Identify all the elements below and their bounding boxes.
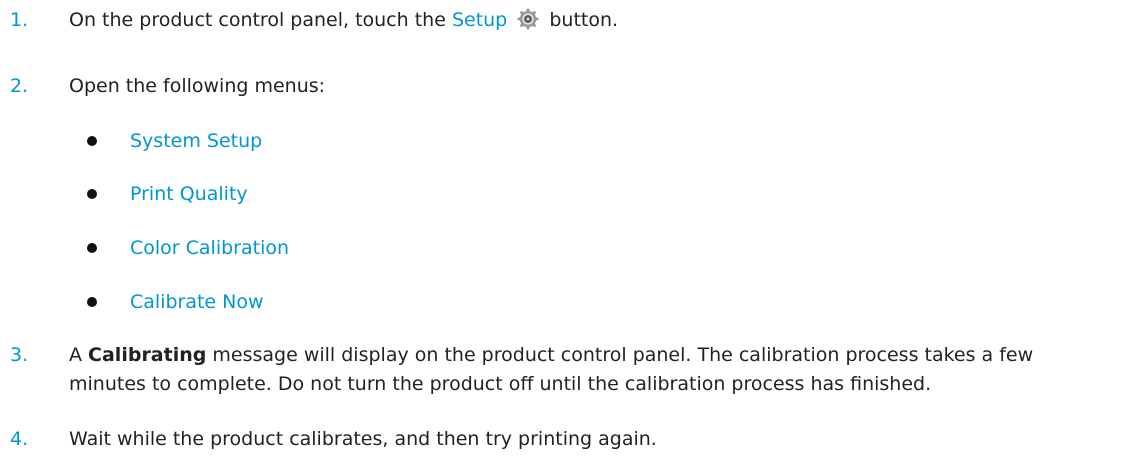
step-text: Wait while the product calibrates, and t… [69,428,657,450]
step-text-after: message will display on the product cont… [206,344,1034,366]
menu-link-calibrate-now[interactable]: Calibrate Now [130,288,264,316]
step-number: 3. [10,344,29,366]
gear-icon [517,8,539,30]
step-text-before: On the product control panel, touch the [69,9,452,31]
step-number: 1. [10,9,29,31]
step-text-before: A [69,344,89,366]
step-text: Open the following menus: [69,75,326,97]
bullet [87,189,97,199]
setup-link[interactable]: Setup [452,9,507,31]
step-text-line-1: A Calibrating message will display on th… [69,341,1033,369]
menu-link-system-setup[interactable]: System Setup [130,127,262,155]
step-text-after: button. [543,9,619,31]
calibrating-label: Calibrating [88,344,207,366]
step-text-line-2: minutes to complete. Do not turn the pro… [69,373,932,395]
menu-link-color-calibration[interactable]: Color Calibration [130,234,289,262]
step-number: 4. [10,428,29,450]
menu-link-print-quality[interactable]: Print Quality [130,180,248,208]
bullet [87,297,97,307]
bullet [87,243,97,253]
bullet [87,136,97,146]
step-text: On the product control panel, touch the … [69,6,618,34]
step-number: 2. [10,75,29,97]
